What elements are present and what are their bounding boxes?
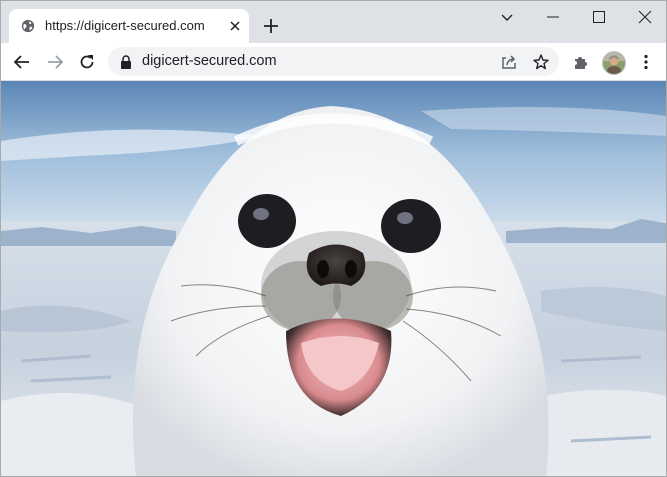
maximize-icon[interactable]: [591, 9, 607, 25]
avatar[interactable]: [602, 51, 626, 75]
harp-seal-pup-photo: [1, 81, 666, 476]
toolbar: digicert-secured.com: [1, 43, 666, 81]
avatar-image: [603, 52, 625, 74]
lock-icon[interactable]: [120, 55, 132, 69]
globe-icon: [21, 19, 35, 33]
minimize-icon[interactable]: [545, 9, 561, 25]
tab-title: https://digicert-secured.com: [45, 18, 205, 33]
kebab-menu-icon[interactable]: [637, 53, 655, 71]
new-tab-icon[interactable]: [263, 18, 279, 34]
forward-arrow-icon[interactable]: [46, 53, 64, 71]
page-content: [1, 81, 666, 476]
address-bar[interactable]: digicert-secured.com: [108, 47, 559, 76]
url-text[interactable]: digicert-secured.com: [142, 53, 277, 69]
tab-active[interactable]: https://digicert-secured.com: [9, 9, 249, 43]
tab-close-icon[interactable]: [229, 20, 241, 32]
chevron-down-icon[interactable]: [499, 9, 515, 25]
back-arrow-icon[interactable]: [13, 53, 31, 71]
share-icon[interactable]: [500, 53, 518, 71]
close-icon[interactable]: [637, 9, 653, 25]
reload-icon[interactable]: [78, 53, 96, 71]
browser-window: https://digicert-secured.com digicert-se…: [0, 0, 667, 477]
puzzle-icon[interactable]: [572, 53, 590, 71]
tab-strip: https://digicert-secured.com: [1, 1, 666, 43]
star-icon[interactable]: [532, 53, 550, 71]
